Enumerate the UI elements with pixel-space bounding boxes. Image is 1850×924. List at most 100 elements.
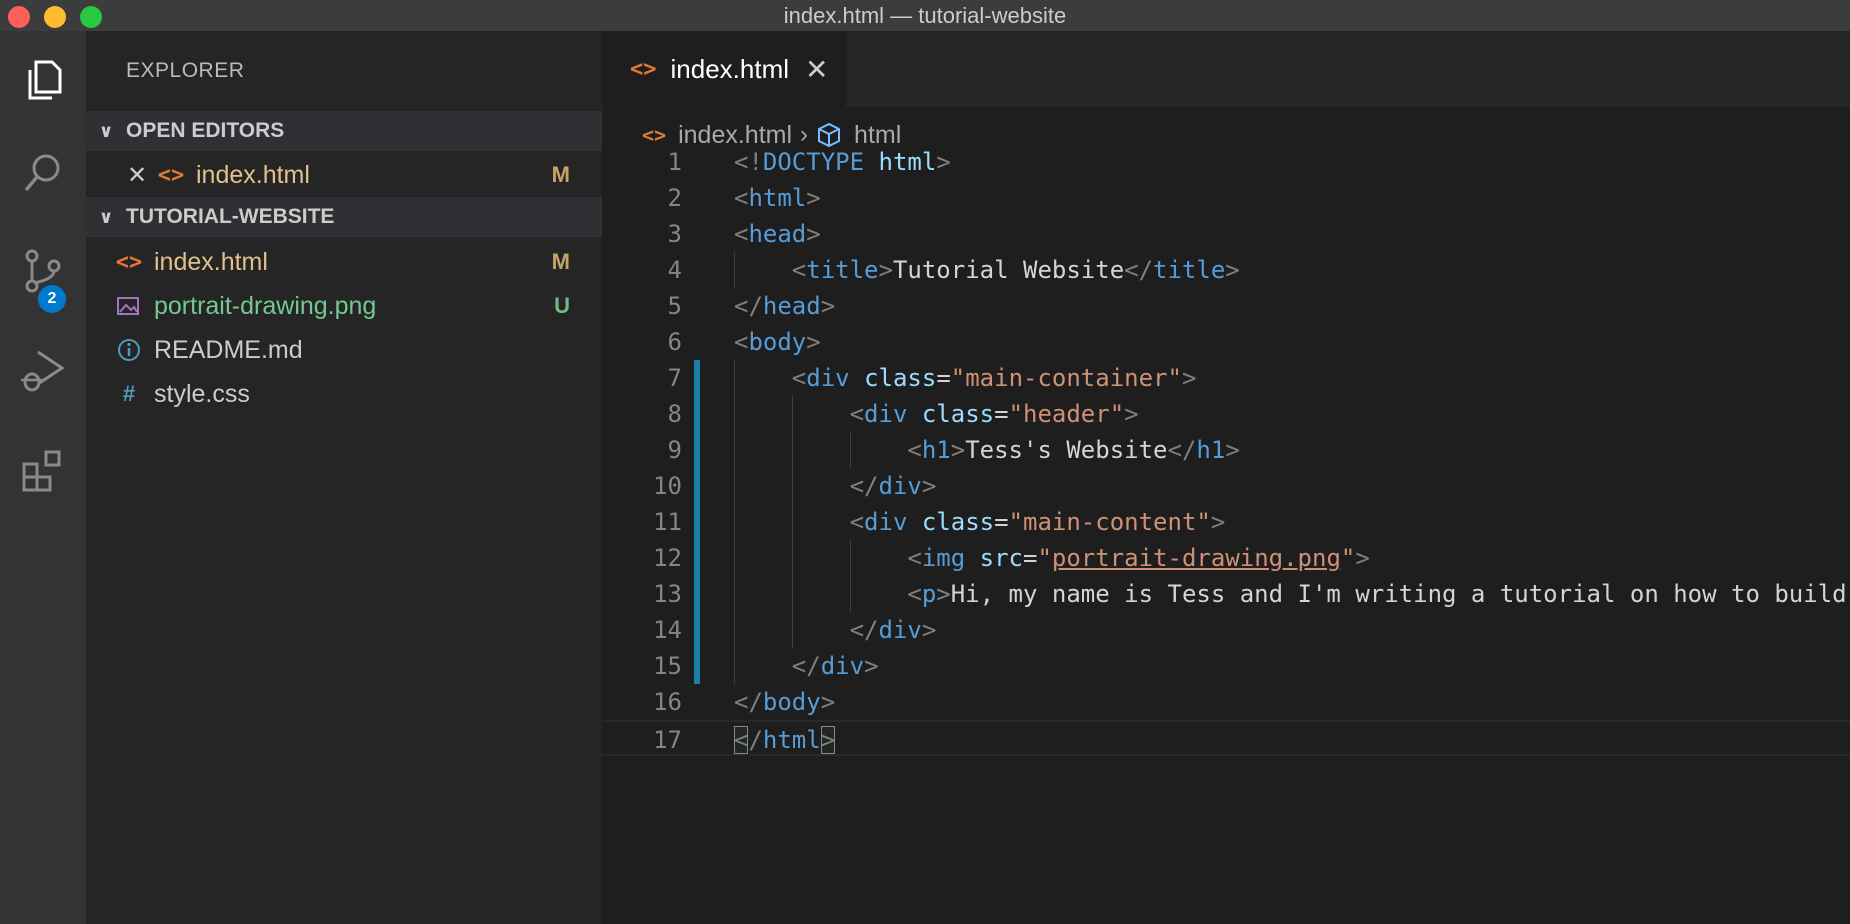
code-token: div <box>878 616 922 644</box>
code-token: div <box>864 400 908 428</box>
code-token: </ <box>734 688 763 716</box>
code-text: <h1>Tess's Website</h1> <box>734 432 1239 468</box>
file-item-style-css[interactable]: # style.css <box>86 372 602 416</box>
code-token: </ <box>849 472 879 500</box>
files-icon <box>28 60 62 100</box>
code-line[interactable]: 1 <!DOCTYPE html> <box>602 144 1850 180</box>
source-control-button[interactable]: 2 <box>0 221 86 321</box>
git-status-badge: M <box>551 162 570 187</box>
extensions-button[interactable] <box>0 421 86 521</box>
code-text: <!DOCTYPE html> <box>734 144 951 180</box>
code-token: title <box>806 256 879 284</box>
code-line[interactable]: 14 </div> <box>602 612 1850 648</box>
close-icon[interactable]: ✕ <box>805 53 828 86</box>
debug-icon <box>21 350 65 392</box>
code-line[interactable]: 13 <p>Hi, my name is Tess and I'm writin… <box>602 576 1850 612</box>
run-debug-button[interactable] <box>0 321 86 421</box>
code-line[interactable]: 12 <img src="portrait-drawing.png"> <box>602 540 1850 576</box>
code-text: <div class="header"> <box>734 396 1139 432</box>
code-token: < <box>734 328 749 356</box>
code-line[interactable]: 10 </div> <box>602 468 1850 504</box>
code-token: head <box>762 292 821 320</box>
code-token: < <box>907 544 922 572</box>
code-line[interactable]: 15 </div> <box>602 648 1850 684</box>
open-editor-filename: index.html <box>196 160 310 189</box>
file-item-index-html[interactable]: <> index.html M <box>86 240 602 284</box>
open-editors-header[interactable]: ∨ OPEN EDITORS <box>86 111 602 151</box>
code-token: div <box>820 652 865 680</box>
code-token: < <box>734 184 749 212</box>
scm-badge: 2 <box>38 285 66 313</box>
code-line[interactable]: 2 <html> <box>602 180 1850 216</box>
image-icon <box>112 295 146 317</box>
project-folder-header[interactable]: ∨ TUTORIAL-WEBSITE <box>86 197 602 237</box>
file-item-portrait-drawing[interactable]: portrait-drawing.png U <box>86 284 602 328</box>
line-number: 10 <box>653 472 682 500</box>
window-controls <box>8 6 102 28</box>
code-token: > <box>1181 364 1197 392</box>
code-token: "header" <box>1008 400 1125 428</box>
code-line[interactable]: 11 <div class="main-content"> <box>602 504 1850 540</box>
hash-icon: # <box>122 381 136 406</box>
code-token: body <box>748 328 807 356</box>
code-token: / <box>748 726 763 754</box>
zoom-window-button[interactable] <box>80 6 102 28</box>
code-token: > <box>921 616 937 644</box>
code-text: <head> <box>734 216 821 252</box>
code-line[interactable]: 17 </html> <box>602 720 1850 756</box>
code-token: html <box>762 726 821 754</box>
code-token: > <box>820 688 836 716</box>
code-token: <! <box>734 148 763 176</box>
code-token: Hi, my name is Tess and I'm writing a tu… <box>950 580 1847 608</box>
open-editor-item-index[interactable]: ✕ <> index.html M <box>86 153 602 197</box>
code-token: = <box>994 508 1009 536</box>
code-token: < <box>791 364 807 392</box>
code-token: > <box>921 472 937 500</box>
code-token: "main-content" <box>1008 508 1211 536</box>
code-editor[interactable]: 1 <!DOCTYPE html> 2 <html> 3 <head> 4 <title>T… <box>602 144 1850 756</box>
file-item-readme[interactable]: README.md <box>86 328 602 372</box>
code-text: </div> <box>734 648 879 684</box>
chevron-down-icon: ∨ <box>98 120 114 141</box>
code-line[interactable]: 7 <div class="main-container"> <box>602 360 1850 396</box>
code-line[interactable]: 8 <div class="header"> <box>602 396 1850 432</box>
code-token: "main-container" <box>950 364 1182 392</box>
code-text: </head> <box>734 288 835 324</box>
code-token: < <box>849 400 865 428</box>
title-bar: index.html — tutorial-website <box>0 0 1850 31</box>
search-button[interactable] <box>0 123 86 223</box>
code-token: > <box>820 292 836 320</box>
code-token: > <box>1210 508 1226 536</box>
code-token: < <box>734 726 749 754</box>
file-name: index.html <box>154 247 268 276</box>
close-icon[interactable]: ✕ <box>120 161 154 190</box>
code-line[interactable]: 9 <h1>Tess's Website</h1> <box>602 432 1850 468</box>
code-token: div <box>864 508 908 536</box>
code-text: <div class="main-container"> <box>734 360 1197 396</box>
file-name: portrait-drawing.png <box>154 291 377 320</box>
info-icon <box>112 338 146 362</box>
code-token: > <box>936 580 951 608</box>
line-number: 11 <box>653 508 682 536</box>
explorer-button[interactable] <box>0 31 86 131</box>
code-token: < <box>791 256 807 284</box>
line-number: 17 <box>653 726 682 754</box>
code-line[interactable]: 5 </head> <box>602 288 1850 324</box>
tab-index-html[interactable]: <> index.html ✕ <box>602 31 846 107</box>
code-text: </body> <box>734 684 835 720</box>
close-window-button[interactable] <box>8 6 30 28</box>
code-line[interactable]: 4 <title>Tutorial Website</title> <box>602 252 1850 288</box>
code-token: DOCTYPE <box>762 148 865 176</box>
minimize-window-button[interactable] <box>44 6 66 28</box>
code-line[interactable]: 6 <body> <box>602 324 1850 360</box>
html-icon: <> <box>630 56 657 82</box>
code-line[interactable]: 3 <head> <box>602 216 1850 252</box>
code-line[interactable]: 16 </body> <box>602 684 1850 720</box>
